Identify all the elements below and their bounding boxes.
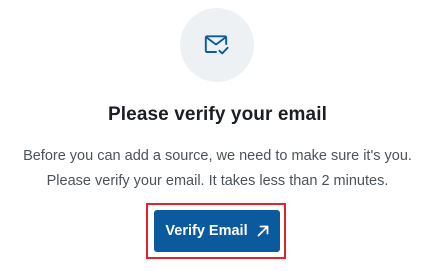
description-line-2: Please verify your email. It takes less … bbox=[46, 173, 389, 189]
page-title: Please verify your email bbox=[108, 104, 327, 125]
description-line-1: Before you can add a source, we need to … bbox=[23, 148, 412, 164]
description: Before you can add a source, we need to … bbox=[0, 144, 435, 194]
email-icon-badge bbox=[180, 8, 254, 82]
verify-email-label: Verify Email bbox=[165, 223, 248, 239]
external-arrow-icon bbox=[257, 225, 269, 237]
mail-check-icon bbox=[204, 35, 229, 55]
verify-email-button[interactable]: Verify Email bbox=[154, 210, 280, 252]
